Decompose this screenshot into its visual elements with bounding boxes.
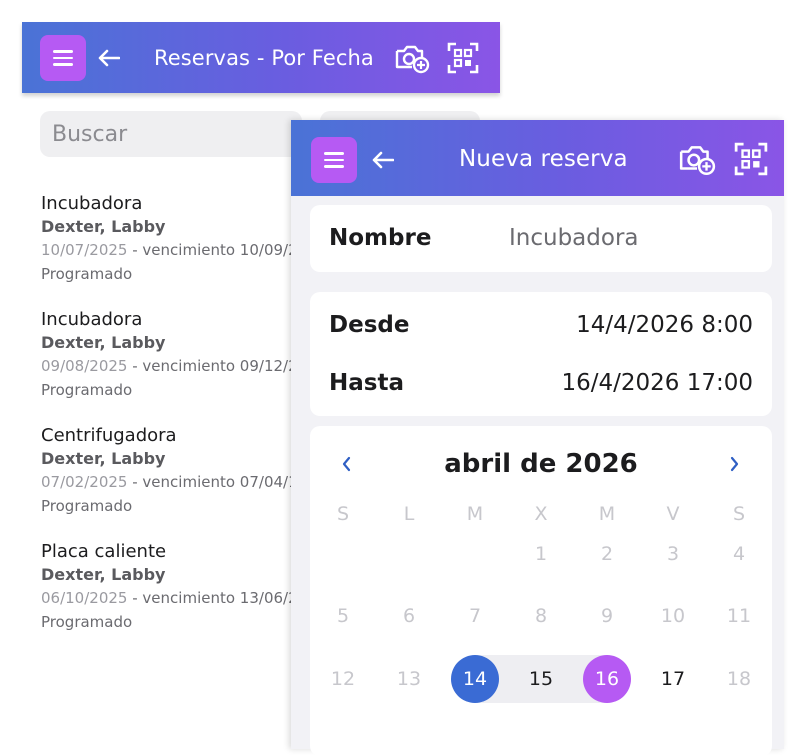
camera-add-icon[interactable] [678,142,716,176]
calendar-card: abril de 2026 S L M X M V S 1 2 3 4 5 6 … [310,426,772,756]
qr-scan-icon[interactable] [447,42,479,74]
back-arrow-icon[interactable] [98,49,120,67]
weekday-label: M [466,503,484,525]
calendar-day[interactable]: 7 [451,592,499,640]
weekday-label: S [732,503,746,525]
calendar-day[interactable]: 5 [319,592,367,640]
hamburger-icon [324,152,344,155]
name-label: Nombre [329,225,432,251]
calendar-day[interactable]: 17 [649,655,697,703]
calendar-day[interactable]: 6 [385,592,433,640]
calendar-day[interactable]: 3 [649,530,697,578]
item-expiry: - vencimiento 09/12/2 [132,357,298,375]
calendar-day[interactable]: 2 [583,530,631,578]
list-app-bar: Reservas - Por Fecha [22,22,500,93]
camera-add-icon[interactable] [394,42,430,74]
dates-card: Desde 14/4/2026 8:00 Hasta 16/4/2026 17:… [310,292,772,416]
calendar-day[interactable]: 18 [715,655,763,703]
weekday-label: L [403,503,415,525]
calendar-month-label: abril de 2026 [444,449,638,479]
weekday-label: M [598,503,616,525]
calendar-day[interactable]: 4 [715,530,763,578]
weekday-label: V [666,503,680,525]
item-date: 06/10/2025 [41,589,128,607]
calendar-day[interactable]: 11 [715,592,763,640]
from-datetime-field[interactable]: 14/4/2026 8:00 [576,312,753,338]
calendar-day[interactable]: 10 [649,592,697,640]
menu-button[interactable] [40,35,86,81]
chevron-right-icon[interactable] [722,452,746,476]
item-date: 07/02/2025 [41,473,128,491]
name-card: Nombre Incubadora [310,205,772,272]
item-date: 10/07/2025 [41,241,128,259]
item-expiry: - vencimiento 13/06/2 [132,589,298,607]
form-app-bar: Nueva reserva [291,120,784,196]
page-title: Reservas - Por Fecha [154,46,374,70]
calendar-day[interactable]: 13 [385,655,433,703]
calendar-day[interactable]: 8 [517,592,565,640]
back-arrow-icon[interactable] [372,151,394,169]
page-title: Nueva reserva [459,146,628,172]
item-expiry: - vencimiento 07/04/1 [132,473,298,491]
from-label: Desde [329,312,410,338]
to-label: Hasta [329,370,404,396]
calendar-day-range-end[interactable]: 16 [583,655,631,703]
calendar-day-in-range[interactable]: 15 [517,655,565,703]
to-datetime-field[interactable]: 16/4/2026 17:00 [561,370,753,396]
weekday-label: S [336,503,350,525]
menu-button[interactable] [311,137,357,183]
qr-scan-icon[interactable] [734,142,768,176]
calendar-day[interactable]: 12 [319,655,367,703]
calendar-day[interactable]: 9 [583,592,631,640]
new-reservation-screen: Nueva reserva Nombre Incubadora Desde 14… [291,120,784,756]
name-field[interactable]: Incubadora [509,225,639,251]
calendar-day[interactable]: 1 [517,530,565,578]
weekday-label: X [534,503,548,525]
search-input[interactable]: Buscar [40,111,302,157]
hamburger-icon [53,50,73,53]
item-expiry: - vencimiento 10/09/2 [132,241,298,259]
calendar-day-range-start[interactable]: 14 [451,655,499,703]
search-placeholder: Buscar [52,121,128,147]
item-date: 09/08/2025 [41,357,128,375]
